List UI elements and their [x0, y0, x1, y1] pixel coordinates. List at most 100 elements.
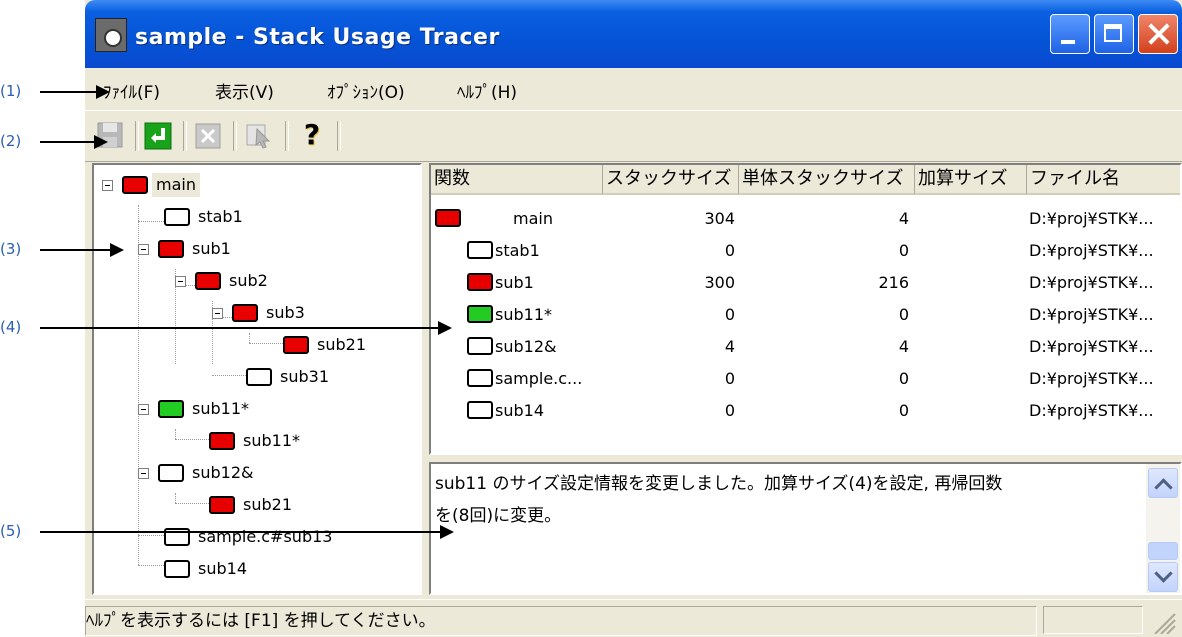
function-red-icon [209, 432, 235, 450]
title-bar[interactable]: sample - Stack Usage Tracer [85, 0, 1182, 68]
cell-file: D:¥proj¥STK¥... [1029, 337, 1154, 356]
collapse-toggle-icon[interactable] [102, 180, 113, 191]
collapse-toggle-icon[interactable] [175, 276, 186, 287]
function-white-icon [467, 241, 493, 259]
menu-view[interactable]: 表示(V) [215, 78, 274, 103]
x-icon[interactable] [193, 119, 223, 151]
help-question-icon[interactable]: ? [297, 119, 327, 151]
message-pane[interactable]: sub11 のサイズ設定情報を変更しました。加算サイズ(4)を設定, 再帰回数 … [429, 462, 1182, 595]
toolbar-separator [183, 121, 187, 151]
tree-node[interactable]: sub31 [246, 365, 420, 389]
function-red-icon [232, 304, 258, 322]
tree-node-label: sub21 [317, 335, 366, 354]
column-header-single-stack-size[interactable]: 単体スタックサイズ [739, 165, 915, 195]
collapse-toggle-icon[interactable] [138, 244, 149, 255]
cell-name: sub11* [495, 305, 552, 324]
toolbar-separator [135, 121, 139, 151]
callout-label: (4) [0, 318, 22, 336]
tree-node[interactable]: stab1 [164, 205, 404, 229]
tree-node-label: sample.c#sub13 [198, 527, 333, 546]
tree-node-label: sub14 [198, 559, 247, 578]
tree-node-label: sub12& [192, 463, 254, 482]
tree-node[interactable]: sub11* [209, 429, 420, 453]
tree-node[interactable]: sub1 [138, 237, 378, 261]
table-row[interactable]: sub11* 0 0 D:¥proj¥STK¥... [431, 301, 1180, 327]
resize-grip-icon[interactable] [1147, 606, 1179, 635]
toolbar: ? [85, 110, 1182, 162]
cell-single: 4 [898, 209, 909, 228]
scroll-up-button[interactable] [1148, 468, 1178, 498]
function-white-icon [467, 369, 493, 387]
tree-node-label: sub11* [192, 399, 249, 418]
collapse-toggle-icon[interactable] [138, 468, 149, 479]
table-row[interactable]: sub1 300 216 D:¥proj¥STK¥... [431, 269, 1180, 295]
cell-file: D:¥proj¥STK¥... [1029, 241, 1154, 260]
toolbar-separator [285, 121, 289, 151]
callout-arrow [40, 531, 440, 533]
tree-connector [212, 375, 246, 376]
scroll-thumb[interactable] [1148, 542, 1178, 560]
callout-arrowhead [440, 525, 454, 539]
tree-connector [138, 565, 164, 566]
table-row[interactable]: sub12& 4 4 D:¥proj¥STK¥... [431, 333, 1180, 359]
table-row[interactable]: stab1 0 0 D:¥proj¥STK¥... [431, 237, 1180, 263]
callout-arrow [40, 327, 438, 329]
message-text: sub11 のサイズ設定情報を変更しました。加算サイズ(4)を設定, 再帰回数 … [435, 468, 1135, 532]
function-white-icon [158, 464, 184, 482]
tree-node-label: sub2 [229, 271, 268, 290]
tree-node[interactable]: sub3 [212, 301, 420, 325]
minimize-button[interactable] [1050, 14, 1090, 54]
column-header-add-size[interactable]: 加算サイズ [915, 165, 1027, 195]
enter-icon[interactable] [143, 119, 173, 151]
cell-file: D:¥proj¥STK¥... [1029, 401, 1154, 420]
tree-node[interactable]: sub11* [138, 397, 378, 421]
cell-name: sub12& [495, 337, 557, 356]
column-header-function[interactable]: 関数 [431, 165, 603, 195]
callout-label: (3) [0, 240, 22, 258]
tree-node[interactable]: sample.c#sub13 [164, 525, 404, 549]
table-row[interactable]: main 304 4 D:¥proj¥STK¥... [431, 205, 1180, 231]
message-line: sub11 のサイズ設定情報を変更しました。加算サイズ(4)を設定, 再帰回数 [435, 474, 1003, 494]
column-header-stack-size[interactable]: スタックサイズ [603, 165, 739, 195]
maximize-button[interactable] [1094, 14, 1134, 54]
callout-label: (1) [0, 82, 22, 100]
collapse-toggle-icon[interactable] [138, 404, 149, 415]
cell-single: 216 [878, 273, 909, 292]
table-row[interactable]: sub14 0 0 D:¥proj¥STK¥... [431, 397, 1180, 423]
tree-connector [138, 535, 164, 536]
table-row[interactable]: sample.c... 0 0 D:¥proj¥STK¥... [431, 365, 1180, 391]
function-red-icon [283, 336, 309, 354]
tree-node-label: sub21 [243, 495, 292, 514]
cell-file: D:¥proj¥STK¥... [1029, 369, 1154, 388]
function-list[interactable]: 関数 スタックサイズ 単体スタックサイズ 加算サイズ ファイル名 main 304… [429, 163, 1182, 455]
message-scrollbar[interactable] [1146, 464, 1180, 593]
tree-node[interactable]: sub21 [283, 333, 420, 357]
window-title: sample - Stack Usage Tracer [135, 25, 500, 50]
callout-label: (5) [0, 522, 22, 540]
menu-options[interactable]: ｵﾌﾟｼｮﾝ(O) [327, 78, 405, 103]
cell-name: sample.c... [495, 369, 583, 388]
pointer-tool-icon[interactable] [243, 119, 273, 151]
cell-file: D:¥proj¥STK¥... [1029, 209, 1154, 228]
callout-arrow [40, 141, 94, 143]
tree-node[interactable]: sub12& [138, 461, 378, 485]
function-red-icon [209, 496, 235, 514]
collapse-toggle-icon[interactable] [212, 308, 223, 319]
tree-node[interactable]: main [102, 173, 342, 197]
menu-file[interactable]: ﾌｧｲﾙ(F) [103, 78, 160, 103]
tree-node-label: sub1 [192, 239, 231, 258]
column-header-file-name[interactable]: ファイル名 [1027, 165, 1180, 195]
app-icon[interactable] [95, 18, 127, 52]
cell-stack: 0 [724, 369, 735, 388]
tree-node-label: main [152, 173, 200, 197]
tree-node[interactable]: sub14 [164, 557, 404, 581]
help-glyph: ? [303, 118, 321, 151]
status-text: ﾍﾙﾌﾟを表示するには [F1] を押してください。 [85, 606, 1037, 636]
cell-file: D:¥proj¥STK¥... [1029, 305, 1154, 324]
scroll-down-button[interactable] [1148, 562, 1178, 592]
tree-node[interactable]: sub21 [209, 493, 420, 517]
menu-help[interactable]: ﾍﾙﾌﾟ(H) [457, 78, 517, 103]
tree-connector [249, 333, 250, 343]
close-button[interactable] [1138, 14, 1178, 54]
tree-node[interactable]: sub2 [175, 269, 415, 293]
